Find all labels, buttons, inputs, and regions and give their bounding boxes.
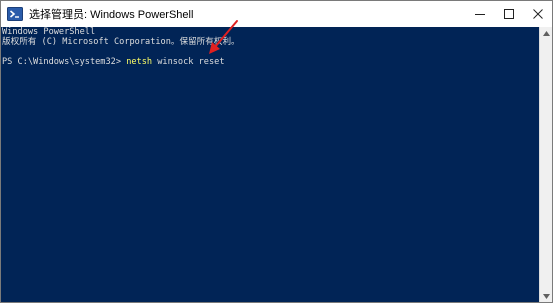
command-args: winsock reset: [152, 57, 225, 67]
window-controls: [465, 1, 552, 27]
window-title: 选择管理员: Windows PowerShell: [29, 9, 194, 21]
command-line: PS C:\Windows\system32> netsh winsock re…: [2, 57, 540, 67]
scroll-up-button[interactable]: [540, 27, 552, 39]
chevron-down-icon: [542, 293, 550, 299]
vertical-scrollbar[interactable]: [539, 27, 552, 302]
title-bar[interactable]: 选择管理员: Windows PowerShell: [1, 1, 552, 27]
maximize-button[interactable]: [494, 1, 523, 27]
minimize-icon: [474, 14, 485, 15]
chevron-up-icon: [542, 30, 550, 36]
powershell-icon: [7, 7, 23, 21]
prompt-text: PS C:\Windows\system32>: [2, 57, 127, 67]
scroll-down-button[interactable]: [540, 290, 552, 302]
close-icon: [532, 9, 543, 19]
minimize-button[interactable]: [465, 1, 494, 27]
maximize-icon: [503, 9, 514, 19]
powershell-window: 选择管理员: Windows PowerShell Windows PowerS…: [0, 0, 553, 303]
console-output[interactable]: Windows PowerShell 版权所有 (C) Microsoft Co…: [1, 27, 540, 302]
banner-line-product: Windows PowerShell: [2, 27, 96, 37]
command-keyword: netsh: [126, 57, 153, 67]
banner-line-copyright: 版权所有 (C) Microsoft Corporation。保留所有权利。: [2, 37, 240, 47]
close-button[interactable]: [523, 1, 552, 27]
